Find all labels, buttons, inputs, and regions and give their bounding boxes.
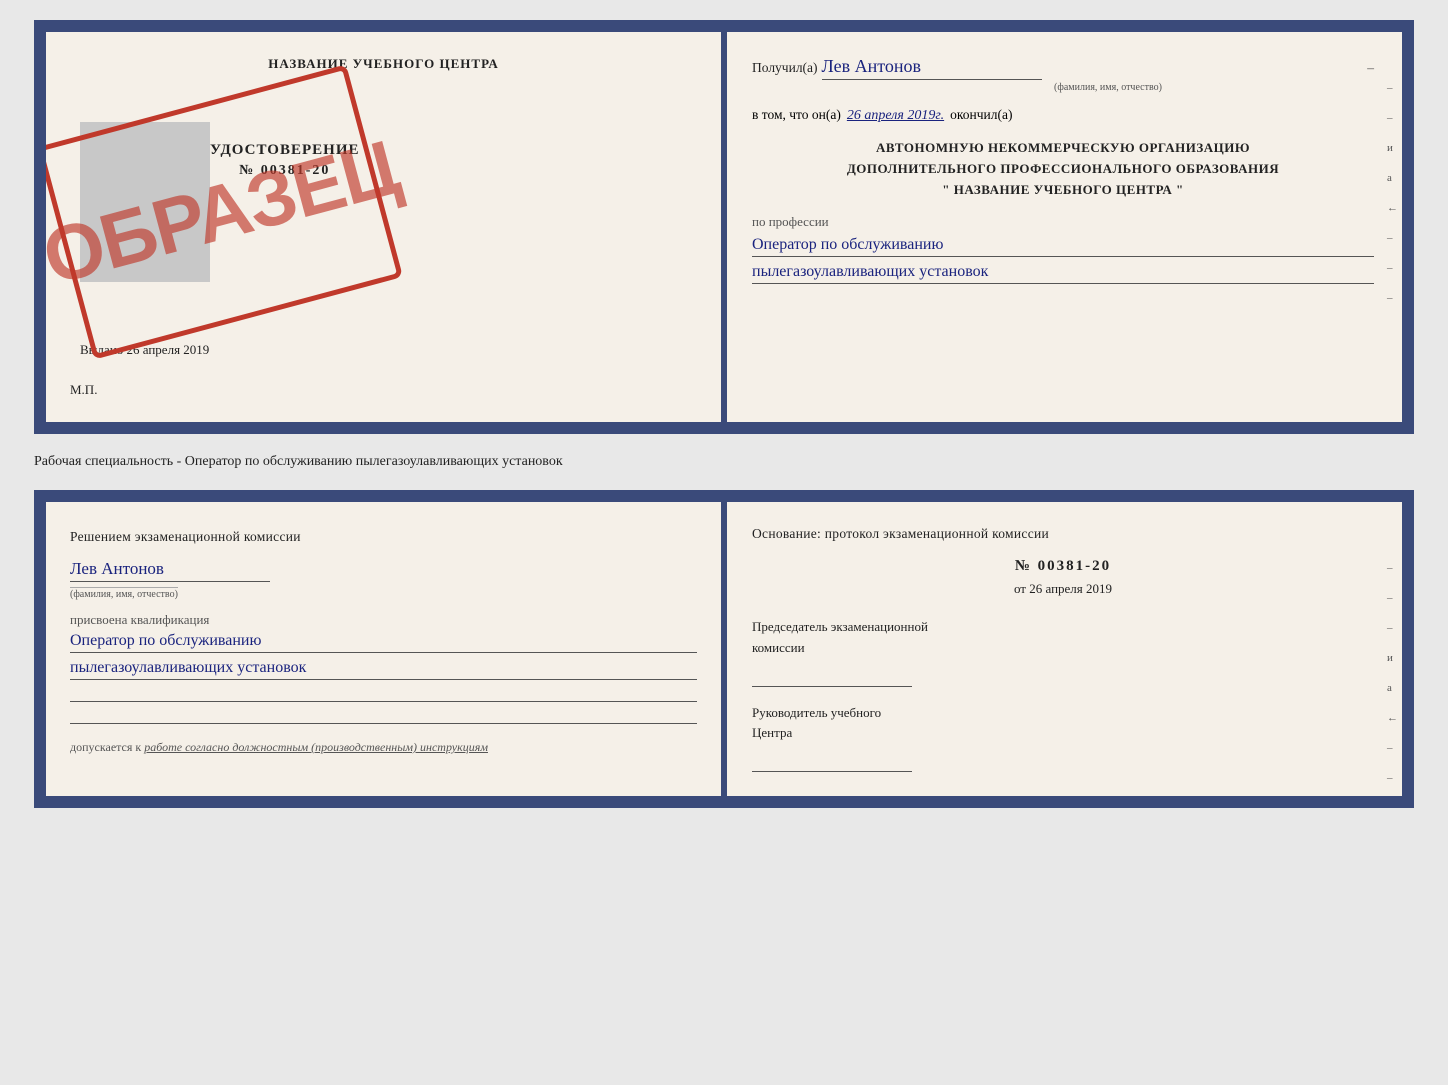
page2-right-panel: Основание: протокол экзаменационной коми…: [724, 502, 1402, 796]
dopuskaetsya-text: работе согласно должностным (производств…: [144, 740, 488, 754]
vydano-line: Выдано 26 апреля 2019: [80, 342, 209, 358]
osnovanie-label: Основание: протокол экзаменационной коми…: [752, 526, 1374, 542]
poluchil-row: Получил(а) Лев Антонов –: [752, 56, 1374, 80]
dash-right: –: [1367, 60, 1374, 76]
predsedatel-line1: Председатель экзаменационной: [752, 617, 1374, 638]
vtom-date: 26 апреля 2019г.: [847, 108, 944, 124]
profession-line1: Оператор по обслуживанию: [752, 236, 1374, 257]
page1-right-panel: Получил(а) Лев Антонов – (фамилия, имя, …: [724, 32, 1402, 422]
page2-left-panel: Решением экзаменационной комиссии Лев Ан…: [46, 502, 724, 796]
cert-title-block: УДОСТОВЕРЕНИЕ № 00381-20: [210, 142, 360, 179]
po-professii-label: по профессии: [752, 214, 1374, 230]
vydano-label: Выдано: [80, 342, 123, 357]
org-line1: АВТОНОМНУЮ НЕКОММЕРЧЕСКУЮ ОРГАНИЗАЦИЮ: [752, 138, 1374, 159]
predsedatel-line2: комиссии: [752, 638, 1374, 659]
side-marks: – – и а ← – – –: [1387, 82, 1398, 304]
page1-left-panel: НАЗВАНИЕ УЧЕБНОГО ЦЕНТРА УДОСТОВЕРЕНИЕ №…: [46, 32, 724, 422]
mp-line: М.П.: [70, 382, 697, 398]
vydano-date: 26 апреля 2019: [127, 342, 210, 357]
certificate-page-1: НАЗВАНИЕ УЧЕБНОГО ЦЕНТРА УДОСТОВЕРЕНИЕ №…: [34, 20, 1414, 434]
predsedatel-block: Председатель экзаменационной комиссии: [752, 617, 1374, 687]
vtom-label: в том, что он(а): [752, 107, 841, 123]
separator-label: Рабочая специальность - Оператор по обсл…: [34, 452, 1414, 472]
side-marks-right: – – – и а ← – – –: [1387, 562, 1398, 808]
qualification-line2: пылегазоулавливающих установок: [70, 659, 697, 680]
rukovoditel-line2: Центра: [752, 723, 1374, 744]
qualification-line1: Оператор по обслуживанию: [70, 632, 697, 653]
rukovoditel-sign-line: [752, 748, 912, 772]
org-block: АВТОНОМНУЮ НЕКОММЕРЧЕСКУЮ ОРГАНИЗАЦИЮ ДО…: [752, 138, 1374, 200]
left-title: НАЗВАНИЕ УЧЕБНОГО ЦЕНТРА: [70, 56, 697, 72]
cert-word: УДОСТОВЕРЕНИЕ: [210, 142, 360, 159]
ot-date-value: 26 апреля 2019: [1029, 581, 1112, 596]
protocol-number: № 00381-20: [752, 558, 1374, 575]
certificate-page-2: Решением экзаменационной комиссии Лев Ан…: [34, 490, 1414, 808]
cert-number: № 00381-20: [210, 163, 360, 179]
org-line3: " НАЗВАНИЕ УЧЕБНОГО ЦЕНТРА ": [752, 180, 1374, 201]
org-line2: ДОПОЛНИТЕЛЬНОГО ПРОФЕССИОНАЛЬНОГО ОБРАЗО…: [752, 159, 1374, 180]
rukovoditel-block: Руководитель учебного Центра: [752, 703, 1374, 773]
poluchil-label: Получил(а): [752, 60, 818, 76]
photo-placeholder: [80, 122, 210, 282]
predsedatel-sign-line: [752, 663, 912, 687]
stamp-area: УДОСТОВЕРЕНИЕ № 00381-20 ОБРАЗЕЦ Выдано …: [70, 92, 697, 372]
ot-date: от 26 апреля 2019: [752, 581, 1374, 597]
blank-line-1: [70, 686, 697, 702]
prisvoena-label: присвоена квалификация: [70, 612, 697, 628]
dopuskaetsya-label: допускается к: [70, 740, 141, 754]
dopuskaetsya-block: допускается к работе согласно должностны…: [70, 738, 697, 756]
rukovoditel-line1: Руководитель учебного: [752, 703, 1374, 724]
blank-line-2: [70, 708, 697, 724]
recipient-name: Лев Антонов: [822, 56, 1042, 80]
komissia-name: Лев Антонов: [70, 559, 270, 582]
profession-line2: пылегазоулавливающих установок: [752, 263, 1374, 284]
ot-label: от: [1014, 581, 1026, 596]
fio-note-p2: (фамилия, имя, отчество): [70, 587, 178, 600]
resheniem-label: Решением экзаменационной комиссии: [70, 526, 697, 549]
fio-note: (фамилия, имя, отчество): [842, 82, 1374, 93]
okonchill-label: окончил(а): [950, 107, 1012, 123]
vtom-row: в том, что он(а) 26 апреля 2019г. окончи…: [752, 107, 1374, 124]
